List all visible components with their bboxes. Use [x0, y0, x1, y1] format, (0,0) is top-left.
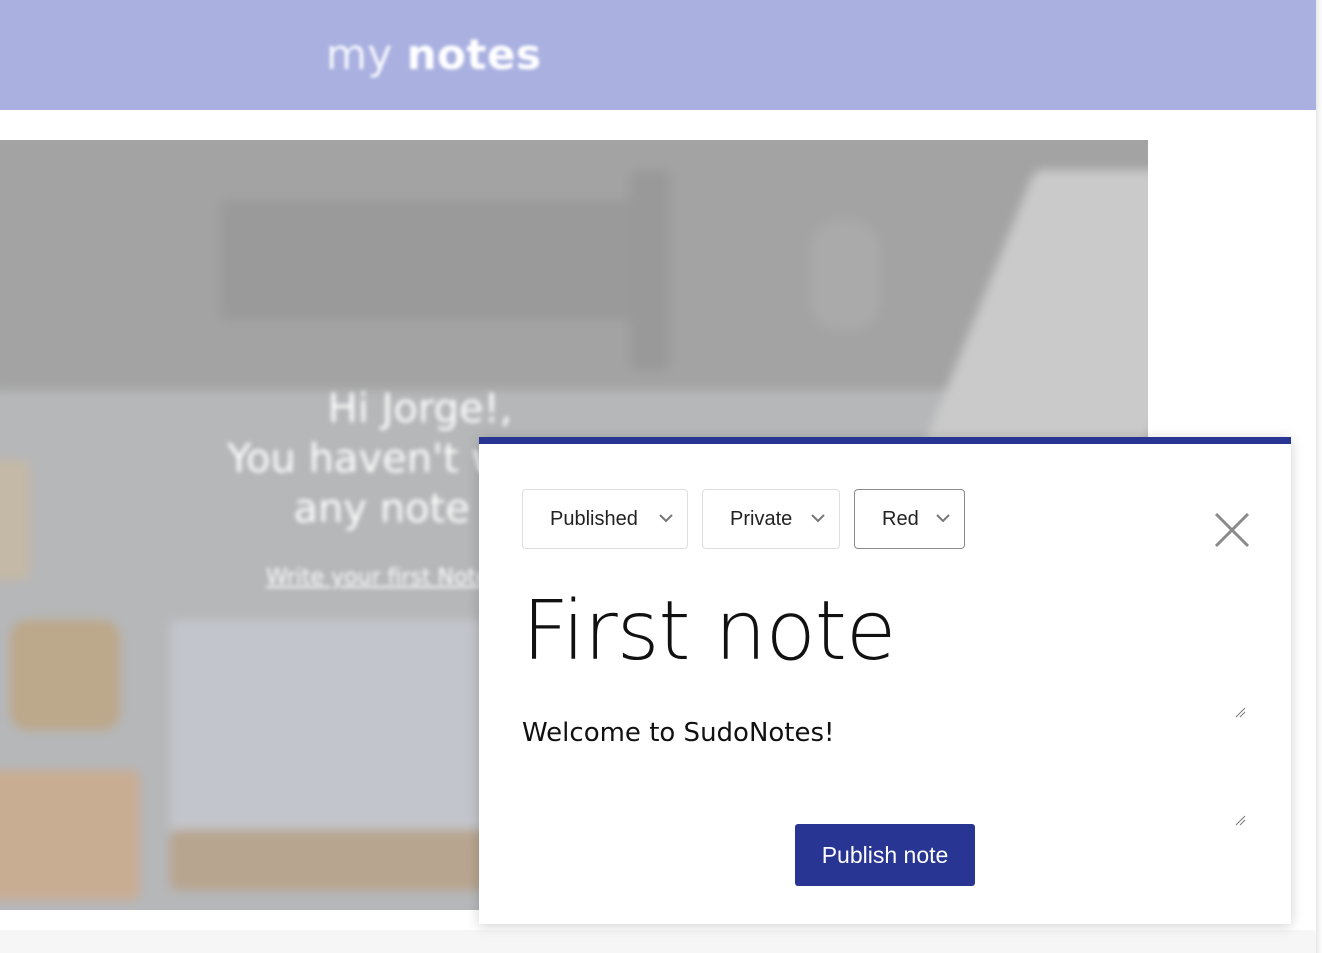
chevron-down-icon	[936, 514, 950, 523]
color-select-value: Red	[882, 507, 919, 530]
page-footer-strip	[0, 930, 1322, 953]
status-select[interactable]: Published	[522, 489, 688, 549]
chevron-down-icon	[811, 514, 825, 523]
app-window: my notes Hi Jorge!, You haven't written …	[0, 0, 1322, 953]
visibility-select[interactable]: Private	[702, 489, 840, 549]
logo-bold-text: notes	[406, 30, 542, 79]
resize-handle-icon[interactable]	[1234, 814, 1246, 826]
close-icon	[1214, 512, 1250, 548]
publish-note-button[interactable]: Publish note	[795, 824, 975, 886]
status-select-value: Published	[550, 507, 638, 530]
write-first-note-link[interactable]: Write your first Note	[266, 565, 490, 590]
chevron-down-icon	[659, 514, 673, 523]
greeting-line-1: Hi Jorge!,	[327, 386, 513, 432]
app-logo[interactable]: my notes	[326, 30, 541, 79]
app-header: my notes	[0, 0, 1322, 110]
color-select[interactable]: Red	[854, 489, 965, 549]
visibility-select-value: Private	[730, 507, 793, 530]
close-button[interactable]	[1210, 508, 1254, 552]
logo-light-text: my	[326, 30, 393, 79]
note-body-textarea[interactable]: Welcome to SudoNotes!	[522, 718, 1222, 748]
window-edge	[1316, 0, 1322, 953]
note-title-input[interactable]: First note	[522, 582, 1242, 682]
note-editor-modal: Published Private Red First note Welcome…	[479, 437, 1291, 924]
resize-handle-icon[interactable]	[1234, 706, 1246, 718]
